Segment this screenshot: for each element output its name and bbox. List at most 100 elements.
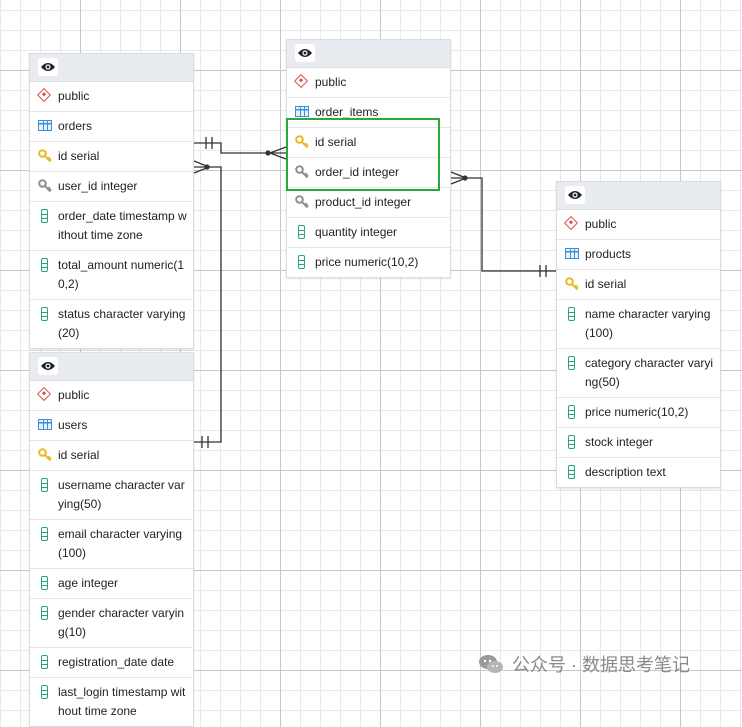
column-row[interactable]: price numeric(10,2) [557, 398, 720, 428]
schema-icon [293, 73, 309, 89]
table-header[interactable] [30, 353, 193, 381]
column-row-label: quantity integer [315, 225, 398, 239]
column-row[interactable]: quantity integer [287, 218, 450, 248]
column-row[interactable]: stock integer [557, 428, 720, 458]
column-icon [295, 225, 309, 239]
column-row-label: age integer [58, 576, 119, 590]
erd-canvas[interactable]: public orders id serial user_id integer orde… [0, 0, 742, 727]
column-row-label: registration_date date [58, 655, 175, 669]
column-row[interactable]: email character varying(100) [30, 520, 193, 569]
table-orders[interactable]: public orders id serial user_id integer orde… [29, 53, 194, 349]
column-icon [565, 465, 579, 479]
column-row[interactable]: status character varying(20) [30, 300, 193, 348]
schema-icon [36, 386, 52, 402]
eye-icon[interactable] [295, 44, 315, 62]
schema-row: public [30, 82, 193, 112]
column-row[interactable]: total_amount numeric(10,2) [30, 251, 193, 300]
column-icon [38, 258, 52, 272]
link-orders-users [194, 166, 222, 443]
column-icon [38, 478, 52, 492]
highlight-box [286, 118, 440, 191]
foreign-key-icon [295, 195, 309, 209]
link-orders-order-items [194, 142, 287, 154]
column-icon [38, 655, 52, 669]
column-row[interactable]: price numeric(10,2) [287, 248, 450, 277]
column-row-label: last_login timestamp without time zone [58, 685, 186, 718]
column-row-label: gender character varying(10) [58, 606, 185, 639]
column-row-label: description text [585, 465, 666, 479]
primary-key-icon [38, 149, 52, 163]
column-icon [295, 255, 309, 269]
table-icon [38, 119, 52, 133]
link-dot [265, 150, 271, 156]
table-icon [295, 105, 309, 119]
column-icon [38, 209, 52, 223]
column-row[interactable]: name character varying(100) [557, 300, 720, 349]
column-row[interactable]: id serial [557, 270, 720, 300]
table-icon [565, 247, 579, 261]
table-header[interactable] [30, 54, 193, 82]
column-row[interactable]: registration_date date [30, 648, 193, 678]
column-icon [565, 356, 579, 370]
schema-icon [36, 87, 52, 103]
column-icon [565, 307, 579, 321]
table-name-row-label: users [58, 418, 88, 432]
link-dot [462, 175, 468, 181]
column-row-label: name character varying(100) [585, 307, 711, 340]
eye-icon[interactable] [38, 58, 58, 76]
column-row-label: stock integer [585, 435, 654, 449]
column-row[interactable]: user_id integer [30, 172, 193, 202]
column-row[interactable]: gender character varying(10) [30, 599, 193, 648]
column-row-label: email character varying(100) [58, 527, 183, 560]
column-row-label: username character varying(50) [58, 478, 185, 511]
schema-row-label: public [58, 89, 90, 103]
schema-icon [563, 215, 579, 231]
column-row[interactable]: product_id integer [287, 188, 450, 218]
table-header[interactable] [287, 40, 450, 68]
table-header[interactable] [557, 182, 720, 210]
column-row[interactable]: username character varying(50) [30, 471, 193, 520]
column-row[interactable]: last_login timestamp without time zone [30, 678, 193, 726]
primary-key-icon [38, 448, 52, 462]
column-row-label: category character varying(50) [585, 356, 714, 389]
column-row-label: id serial [585, 277, 627, 291]
link-dot [204, 164, 210, 170]
eye-icon[interactable] [565, 186, 585, 204]
table-users[interactable]: public users id serial username character v… [29, 352, 194, 727]
schema-row-label: public [585, 217, 617, 231]
column-icon [38, 606, 52, 620]
column-icon [38, 307, 52, 321]
column-row[interactable]: age integer [30, 569, 193, 599]
table-name-row: orders [30, 112, 193, 142]
table-products[interactable]: public products id serial name character va… [556, 181, 721, 488]
table-icon [38, 418, 52, 432]
column-row-label: total_amount numeric(10,2) [58, 258, 185, 291]
table-name-row-label: orders [58, 119, 93, 133]
column-row-label: order_date timestamp without time zone [58, 209, 187, 242]
primary-key-icon [565, 277, 579, 291]
column-row-label: price numeric(10,2) [585, 405, 689, 419]
column-row[interactable]: category character varying(50) [557, 349, 720, 398]
foreign-key-icon [38, 179, 52, 193]
column-row[interactable]: order_date timestamp without time zone [30, 202, 193, 251]
column-icon [38, 685, 52, 699]
column-row[interactable]: id serial [30, 142, 193, 172]
watermark-text: 公众号 · 数据思考笔记 [512, 655, 690, 675]
schema-row: public [287, 68, 450, 98]
table-name-row: users [30, 411, 193, 441]
column-row[interactable]: description text [557, 458, 720, 487]
eye-icon[interactable] [38, 357, 58, 375]
watermark: 公众号 · 数据思考笔记 [478, 650, 728, 678]
link-order-items-products [451, 177, 556, 272]
column-row-label: id serial [58, 448, 100, 462]
column-row-label: user_id integer [58, 179, 138, 193]
table-name-row-label: products [585, 247, 632, 261]
column-row[interactable]: id serial [30, 441, 193, 471]
schema-row: public [557, 210, 720, 240]
schema-row: public [30, 381, 193, 411]
schema-row-label: public [58, 388, 90, 402]
table-name-row: products [557, 240, 720, 270]
column-row-label: product_id integer [315, 195, 412, 209]
wechat-icon [478, 654, 504, 674]
column-row-label: price numeric(10,2) [315, 255, 419, 269]
